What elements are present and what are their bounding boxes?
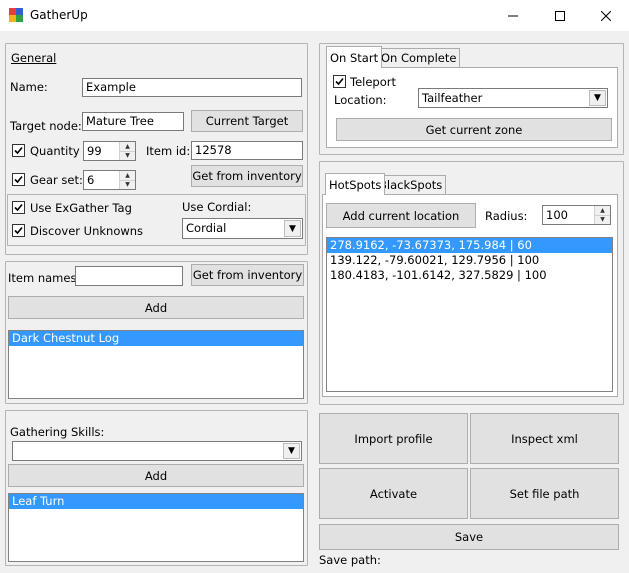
quantity-checkbox[interactable] (12, 144, 25, 157)
checkmark-icon (335, 77, 344, 86)
gathering-skills-label: Gathering Skills: (10, 425, 105, 439)
quantity-stepper[interactable]: 99 ▲ ▼ (83, 141, 136, 161)
checkmark-icon (14, 203, 23, 212)
name-label: Name: (10, 80, 48, 94)
tab-blackspots[interactable]: BlackSpots (375, 175, 447, 194)
radius-stepper[interactable]: 100 ▲ ▼ (542, 205, 611, 225)
import-profile-button[interactable]: Import profile (319, 413, 468, 464)
radius-label: Radius: (485, 209, 528, 223)
spin-down-icon[interactable]: ▼ (120, 181, 135, 190)
items-add-button[interactable]: Add (8, 296, 304, 319)
spin-down-icon[interactable]: ▼ (595, 216, 610, 225)
item-names-label: Item names: (8, 271, 81, 285)
maximize-button[interactable] (537, 0, 583, 31)
checkmark-icon (14, 226, 23, 235)
current-target-button[interactable]: Current Target (191, 110, 303, 132)
target-node-label: Target node: (10, 119, 82, 133)
cordial-value: Cordial (186, 221, 227, 235)
set-file-path-button[interactable]: Set file path (470, 468, 619, 519)
chevron-down-icon[interactable]: ▼ (589, 90, 606, 106)
quantity-value: 99 (87, 144, 102, 158)
item-id-label: Item id: (146, 144, 191, 158)
minimize-icon (508, 15, 518, 16)
window-title: GatherUp (30, 8, 88, 22)
name-input[interactable]: Example (82, 78, 302, 97)
spin-up-icon[interactable]: ▲ (120, 171, 135, 181)
maximize-icon (555, 10, 565, 21)
gear-set-checkbox[interactable] (12, 173, 25, 186)
use-cordial-label: Use Cordial: (182, 200, 252, 214)
minimize-button[interactable] (490, 0, 536, 31)
get-from-inventory-button[interactable]: Get from inventory (191, 165, 303, 187)
discover-unknowns-label: Discover Unknowns (30, 224, 144, 238)
use-exgather-checkbox[interactable] (12, 201, 25, 214)
tab-on-start[interactable]: On Start (326, 46, 383, 68)
save-button[interactable]: Save (319, 524, 619, 550)
app-icon (9, 8, 23, 22)
use-exgather-label: Use ExGather Tag (30, 201, 132, 215)
list-item[interactable]: 180.4183, -101.6142, 327.5829 | 100 (327, 268, 612, 283)
list-item[interactable]: Leaf Turn (9, 494, 303, 509)
spin-down-icon[interactable]: ▼ (120, 152, 135, 161)
items-get-from-inventory-button[interactable]: Get from inventory (191, 264, 304, 286)
item-id-input[interactable]: 12578 (191, 141, 303, 160)
gear-set-value: 6 (87, 173, 95, 187)
close-button[interactable] (583, 0, 629, 31)
inspect-xml-button[interactable]: Inspect xml (470, 413, 619, 464)
save-path-label: Save path: (319, 553, 381, 567)
discover-unknowns-checkbox[interactable] (12, 224, 25, 237)
radius-value: 100 (546, 208, 568, 222)
spin-up-icon[interactable]: ▲ (120, 142, 135, 152)
activate-button[interactable]: Activate (319, 468, 468, 519)
get-current-zone-button[interactable]: Get current zone (336, 118, 612, 141)
close-icon (601, 10, 611, 21)
gear-set-label: Gear set: (30, 173, 83, 187)
location-label: Location: (334, 93, 387, 107)
target-node-input[interactable]: Mature Tree (82, 112, 184, 131)
chevron-down-icon[interactable]: ▼ (283, 443, 300, 459)
title-bar: GatherUp (0, 0, 629, 31)
list-item[interactable]: 139.122, -79.60021, 129.7956 | 100 (327, 253, 612, 268)
item-names-list[interactable]: Dark Chestnut Log (8, 330, 304, 399)
hotspots-list[interactable]: 278.9162, -73.67373, 175.984 | 60 139.12… (326, 237, 613, 392)
skills-add-button[interactable]: Add (8, 464, 304, 487)
list-item[interactable]: 278.9162, -73.67373, 175.984 | 60 (327, 238, 612, 253)
add-current-location-button[interactable]: Add current location (326, 203, 476, 228)
list-item[interactable]: Dark Chestnut Log (9, 331, 303, 346)
skills-list[interactable]: Leaf Turn (8, 493, 304, 562)
checkmark-icon (14, 146, 23, 155)
quantity-label: Quantity (30, 144, 80, 158)
skills-select[interactable]: ▼ (12, 441, 302, 461)
checkmark-icon (14, 175, 23, 184)
location-select[interactable]: Tailfeather ▼ (418, 88, 608, 108)
item-names-input[interactable] (75, 266, 183, 286)
tab-on-complete[interactable]: On Complete (377, 48, 461, 67)
gear-set-stepper[interactable]: 6 ▲ ▼ (83, 170, 136, 190)
location-value: Tailfeather (422, 91, 483, 105)
tab-hotspots[interactable]: HotSpots (325, 173, 386, 195)
spin-up-icon[interactable]: ▲ (595, 206, 610, 216)
teleport-label: Teleport (350, 75, 396, 89)
cordial-select[interactable]: Cordial ▼ (182, 218, 303, 239)
teleport-checkbox[interactable] (333, 75, 346, 88)
chevron-down-icon[interactable]: ▼ (284, 220, 301, 237)
general-legend: General (11, 51, 57, 65)
